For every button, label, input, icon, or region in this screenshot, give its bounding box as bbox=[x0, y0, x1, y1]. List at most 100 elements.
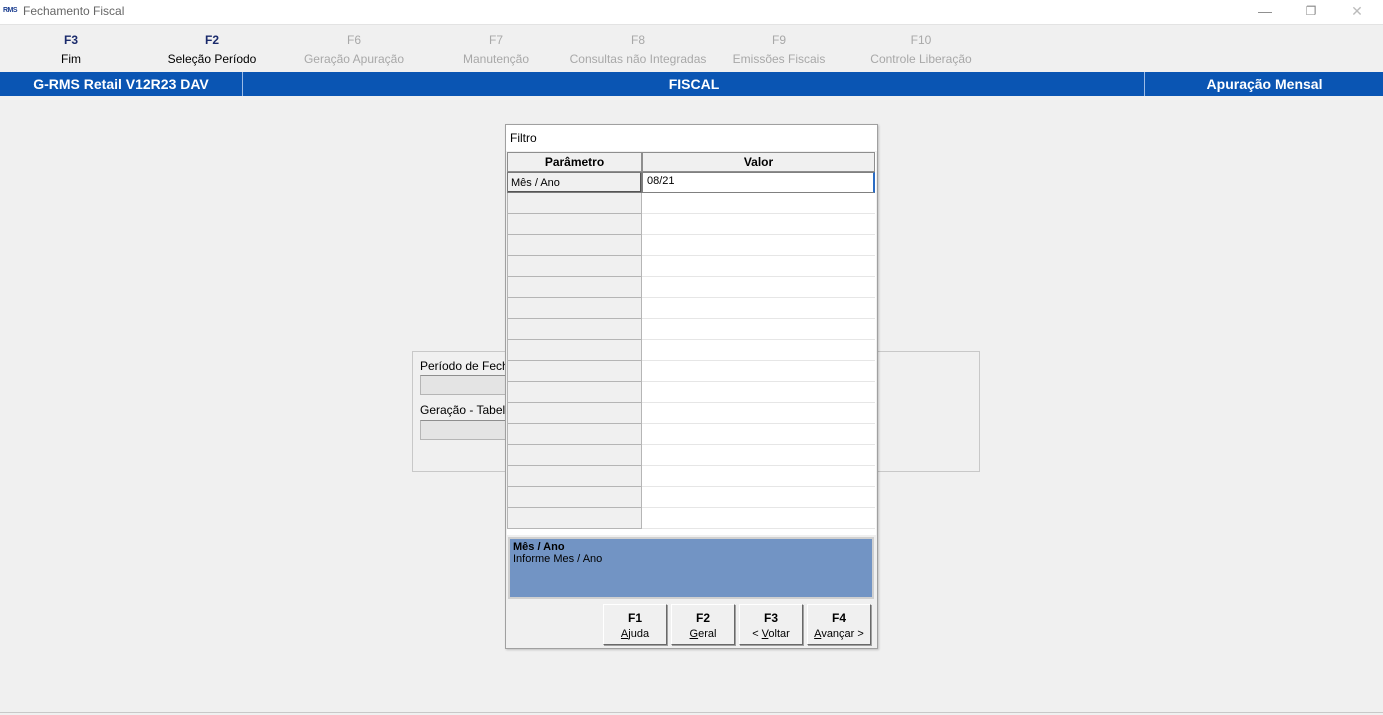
toolbar-key: F2 bbox=[204, 33, 219, 47]
valor-cell[interactable] bbox=[642, 361, 875, 382]
dialog-title: Filtro bbox=[506, 125, 877, 151]
column-header-valor: Valor bbox=[642, 152, 875, 172]
table-row[interactable] bbox=[507, 235, 876, 256]
next-button[interactable]: F4 Avançar > bbox=[807, 604, 871, 645]
toolbar-label: Consultas não Integradas bbox=[569, 52, 707, 66]
param-cell: Mês / Ano bbox=[507, 172, 642, 193]
valor-cell[interactable] bbox=[642, 319, 875, 340]
valor-cell[interactable] bbox=[642, 193, 875, 214]
table-row[interactable]: Mês / Ano 08/21 bbox=[507, 172, 876, 193]
table-row[interactable] bbox=[507, 382, 876, 403]
geracao-tabela-label: Geração - Tabela bbox=[420, 403, 512, 417]
param-cell bbox=[507, 298, 642, 319]
toolbar-f6-geracao-apuracao[interactable]: F6 Geração Apuração bbox=[284, 32, 424, 66]
help-text: Informe Mes / Ano bbox=[513, 553, 603, 565]
toolbar-key: F8 bbox=[630, 33, 645, 47]
toolbar-label: Controle Liberação bbox=[870, 52, 972, 66]
param-cell bbox=[507, 361, 642, 382]
valor-cell[interactable] bbox=[642, 382, 875, 403]
table-row[interactable] bbox=[507, 424, 876, 445]
param-cell bbox=[507, 508, 642, 529]
param-cell bbox=[507, 319, 642, 340]
valor-cell[interactable] bbox=[642, 424, 875, 445]
table-row[interactable] bbox=[507, 487, 876, 508]
toolbar-f7-manutencao[interactable]: F7 Manutenção bbox=[426, 32, 566, 66]
table-row[interactable] bbox=[507, 466, 876, 487]
param-cell bbox=[507, 424, 642, 445]
button-label: Ajuda bbox=[620, 628, 650, 640]
button-label: Avançar > bbox=[814, 628, 864, 640]
valor-input[interactable]: 08/21 bbox=[642, 172, 875, 193]
toolbar-key: F7 bbox=[488, 33, 503, 47]
toolbar-key: F6 bbox=[346, 33, 361, 47]
button-label: < Voltar bbox=[752, 628, 790, 640]
param-cell bbox=[507, 445, 642, 466]
toolbar-label: Seleção Período bbox=[167, 52, 257, 66]
column-header-parametro: Parâmetro bbox=[507, 152, 642, 172]
window-title: Fechamento Fiscal bbox=[23, 4, 125, 18]
module-header-bar: G-RMS Retail V12R23 DAV FISCAL Apuração … bbox=[0, 72, 1383, 96]
toolbar-key: F9 bbox=[771, 33, 786, 47]
help-button[interactable]: F1 Ajuda bbox=[603, 604, 667, 645]
toolbar-f3-fim[interactable]: F3 Fim bbox=[1, 32, 141, 66]
help-title: Mês / Ano bbox=[513, 541, 565, 553]
help-panel: Mês / Ano Informe Mes / Ano bbox=[508, 537, 874, 599]
toolbar-f10-controle-liberacao[interactable]: F10 Controle Liberação bbox=[851, 32, 991, 66]
bottom-divider bbox=[0, 712, 1383, 713]
table-row[interactable] bbox=[507, 193, 876, 214]
param-cell bbox=[507, 382, 642, 403]
button-key: F2 bbox=[695, 611, 710, 625]
button-key: F4 bbox=[831, 611, 846, 625]
minimize-button[interactable]: — bbox=[1242, 0, 1288, 24]
filter-dialog: Filtro Parâmetro Valor Mês / Ano 08/21 M… bbox=[505, 124, 878, 649]
table-row[interactable] bbox=[507, 214, 876, 235]
valor-cell[interactable] bbox=[642, 298, 875, 319]
periodo-fechamento-label: Período de Fecha bbox=[420, 359, 516, 373]
valor-cell[interactable] bbox=[642, 466, 875, 487]
table-row[interactable] bbox=[507, 403, 876, 424]
module-name: FISCAL bbox=[244, 72, 1145, 96]
param-cell bbox=[507, 235, 642, 256]
valor-cell[interactable] bbox=[642, 277, 875, 298]
toolbar-label: Fim bbox=[61, 52, 81, 66]
valor-cell[interactable] bbox=[642, 508, 875, 529]
table-row[interactable] bbox=[507, 340, 876, 361]
param-cell bbox=[507, 487, 642, 508]
table-row[interactable] bbox=[507, 319, 876, 340]
table-row[interactable] bbox=[507, 256, 876, 277]
valor-cell[interactable] bbox=[642, 235, 875, 256]
toolbar-f8-consultas[interactable]: F8 Consultas não Integradas bbox=[568, 32, 708, 66]
table-row[interactable] bbox=[507, 277, 876, 298]
table-row[interactable] bbox=[507, 361, 876, 382]
valor-cell[interactable] bbox=[642, 340, 875, 361]
button-label: Geral bbox=[689, 628, 717, 640]
screen-name: Apuração Mensal bbox=[1206, 76, 1323, 92]
valor-cell[interactable] bbox=[642, 256, 875, 277]
valor-cell[interactable] bbox=[642, 214, 875, 235]
param-cell bbox=[507, 214, 642, 235]
param-cell bbox=[507, 256, 642, 277]
table-row[interactable] bbox=[507, 445, 876, 466]
toolbar-f9-emissoes-fiscais[interactable]: F9 Emissões Fiscais bbox=[709, 32, 849, 66]
param-cell bbox=[507, 277, 642, 298]
button-key: F1 bbox=[627, 611, 642, 625]
toolbar-key: F10 bbox=[910, 33, 932, 47]
title-bar: RMS Fechamento Fiscal — ❐ ✕ bbox=[0, 0, 1383, 25]
restore-button[interactable]: ❐ bbox=[1288, 0, 1334, 24]
button-key: F3 bbox=[763, 611, 778, 625]
filter-grid: Parâmetro Valor Mês / Ano 08/21 bbox=[507, 152, 876, 535]
param-cell bbox=[507, 340, 642, 361]
toolbar-label: Manutenção bbox=[462, 52, 530, 66]
toolbar-label: Emissões Fiscais bbox=[732, 52, 826, 66]
table-row[interactable] bbox=[507, 298, 876, 319]
valor-cell[interactable] bbox=[642, 487, 875, 508]
close-button[interactable]: ✕ bbox=[1334, 0, 1380, 24]
valor-cell[interactable] bbox=[642, 445, 875, 466]
general-button[interactable]: F2 Geral bbox=[671, 604, 735, 645]
table-row[interactable] bbox=[507, 508, 876, 529]
valor-cell[interactable] bbox=[642, 403, 875, 424]
back-button[interactable]: F3 < Voltar bbox=[739, 604, 803, 645]
param-cell bbox=[507, 403, 642, 424]
toolbar-f2-selecao-periodo[interactable]: F2 Seleção Período bbox=[142, 32, 282, 66]
app-logo-icon: RMS bbox=[3, 7, 18, 14]
